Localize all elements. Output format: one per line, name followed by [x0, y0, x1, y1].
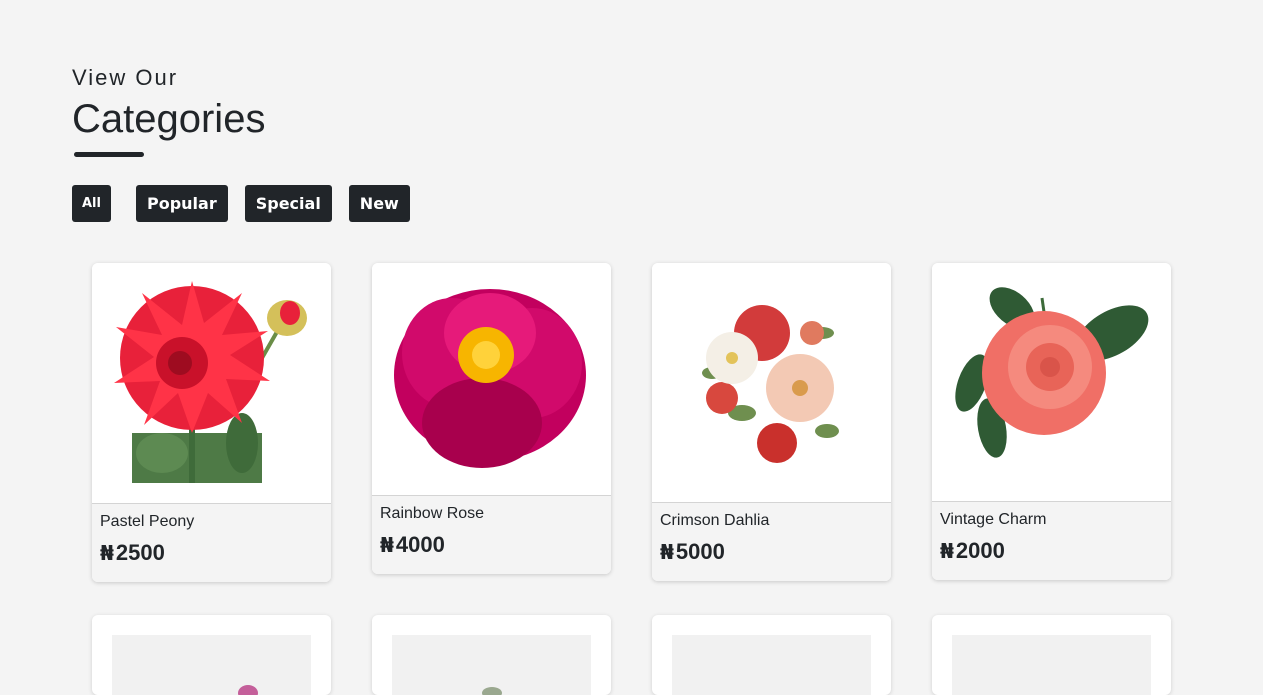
filter-special-button[interactable]: Special: [244, 185, 332, 222]
product-info: Rainbow Rose ₦ 4000: [372, 495, 611, 574]
title-underline: [74, 152, 144, 157]
product-price-value: 2500: [115, 540, 165, 565]
filter-popular-button[interactable]: Popular: [135, 185, 228, 222]
product-image-placeholder: [672, 635, 871, 695]
product-card-crimson-dahlia[interactable]: Crimson Dahlia ₦ 5000: [652, 263, 891, 581]
product-image: [932, 263, 1171, 501]
product-info: Vintage Charm ₦ 2000: [932, 501, 1171, 580]
product-card[interactable]: [932, 615, 1171, 695]
product-info: Crimson Dahlia ₦ 5000: [652, 502, 891, 581]
naira-icon: ₦: [380, 533, 394, 557]
product-info: Pastel Peony ₦ 2500: [92, 503, 331, 582]
naira-icon: ₦: [940, 539, 954, 563]
product-name: Pastel Peony: [100, 513, 195, 530]
product-price-value: 5000: [675, 539, 725, 564]
product-name: Vintage Charm: [940, 511, 1047, 528]
product-image: [372, 263, 611, 495]
product-name: Crimson Dahlia: [660, 512, 770, 529]
product-name: Rainbow Rose: [380, 505, 485, 522]
product-card[interactable]: [652, 615, 891, 695]
product-card-rainbow-rose[interactable]: Rainbow Rose ₦ 4000: [372, 263, 611, 574]
product-price: ₦ 4000: [380, 532, 603, 558]
filter-all-button[interactable]: All: [72, 185, 111, 222]
product-price: ₦ 2500: [100, 540, 323, 566]
naira-icon: ₦: [100, 541, 114, 565]
section-title: Categories: [72, 97, 266, 141]
product-price-value: 2000: [955, 538, 1005, 563]
product-price: ₦ 5000: [660, 539, 883, 565]
product-card[interactable]: [372, 615, 611, 695]
product-image: [92, 263, 331, 503]
product-image: [652, 263, 891, 502]
section-subtitle: View Our: [72, 65, 179, 90]
section-header: View Our Categories: [72, 64, 265, 157]
product-price-value: 4000: [395, 532, 445, 557]
product-card[interactable]: [92, 615, 331, 695]
product-image-placeholder: [392, 635, 591, 695]
product-card-pastel-peony[interactable]: Pastel Peony ₦ 2500: [92, 263, 331, 582]
filter-new-button[interactable]: New: [348, 185, 410, 222]
product-card-vintage-charm[interactable]: Vintage Charm ₦ 2000: [932, 263, 1171, 580]
naira-icon: ₦: [660, 540, 674, 564]
category-filters: All Popular Special New: [72, 185, 427, 222]
product-image-placeholder: [952, 635, 1151, 695]
product-image-placeholder: [112, 635, 311, 695]
product-price: ₦ 2000: [940, 538, 1163, 564]
